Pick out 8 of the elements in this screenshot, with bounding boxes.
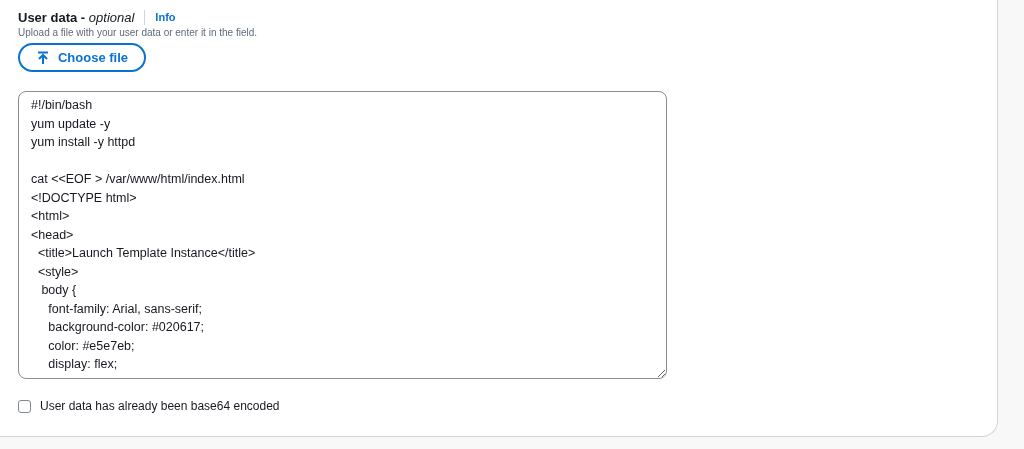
choose-file-button[interactable]: Choose file bbox=[18, 43, 146, 72]
user-data-field[interactable]: #!/bin/bash yum update -y yum install -y httpd cat <<EOF > /var/www/html/index.html <!DOCTYPE html> <html> <head> <title>Launch Template Instance</title> <style> body { font-family: Arial, sans-serif; background-color: #020617; color: #e5e7eb; display: flex; bbox=[18, 91, 667, 379]
field-label: User data - optional bbox=[18, 9, 135, 25]
checkbox-label: User data has already been base64 encoded bbox=[40, 399, 280, 413]
upload-icon bbox=[35, 50, 50, 65]
checkbox[interactable] bbox=[18, 399, 31, 413]
field-description: Upload a file with your user data or enter it in the field. bbox=[18, 27, 259, 38]
info-link[interactable]: Info bbox=[155, 11, 176, 23]
